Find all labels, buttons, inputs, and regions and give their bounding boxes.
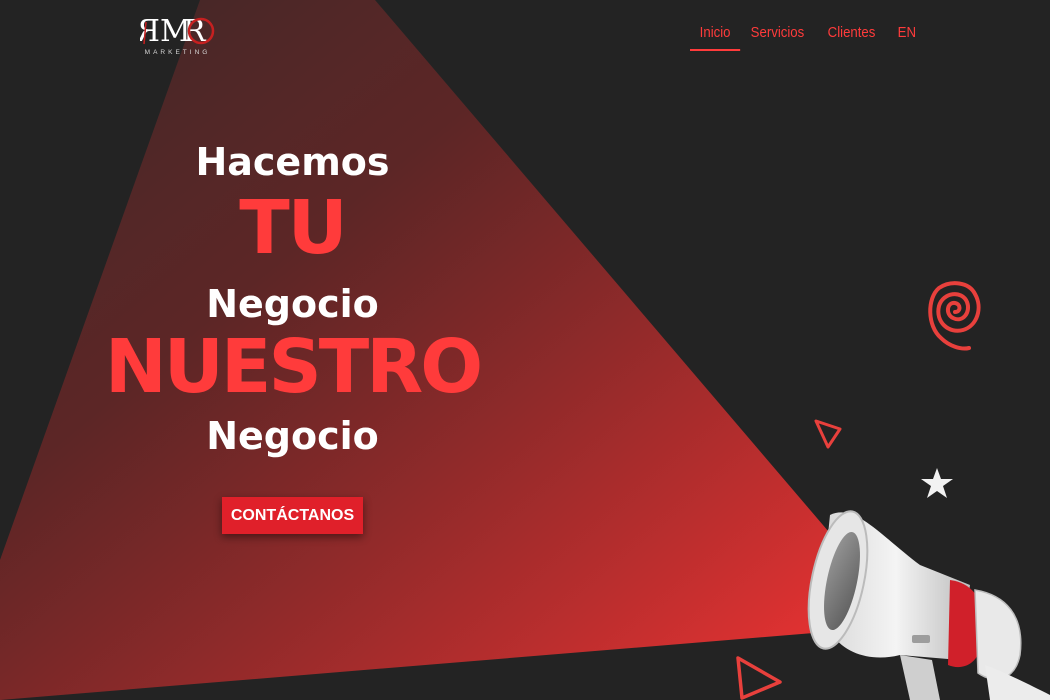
nav-item-clientes[interactable]: Clientes (818, 24, 885, 51)
hero-line-hacemos: Hacemos (195, 140, 390, 184)
triangle-outline-bottom-icon (736, 656, 782, 700)
hero-heading: Hacemos TU Negocio NUESTRO Negocio (100, 140, 485, 458)
nav-item-inicio[interactable]: Inicio (690, 24, 741, 51)
landing-page: R M R MARKETING Inicio Servicios Cliente… (0, 0, 1050, 700)
triangle-icon (814, 419, 842, 449)
hero-line-negocio-2: Negocio (206, 414, 379, 458)
hero-line-tu: TU (239, 185, 348, 271)
svg-text:R: R (140, 14, 160, 49)
nav-item-language[interactable]: EN (888, 24, 926, 51)
contact-button[interactable]: CONTÁCTANOS (222, 497, 363, 534)
megaphone-image (807, 510, 1050, 700)
hero-line-nuestro: NUESTRO (104, 324, 483, 410)
main-nav: Inicio Servicios Clientes EN (690, 24, 925, 51)
spiral-icon (928, 281, 981, 351)
brand-subtitle: MARKETING (144, 49, 211, 56)
nav-item-servicios[interactable]: Servicios (741, 24, 814, 51)
hero-line-negocio: Negocio (206, 282, 379, 326)
